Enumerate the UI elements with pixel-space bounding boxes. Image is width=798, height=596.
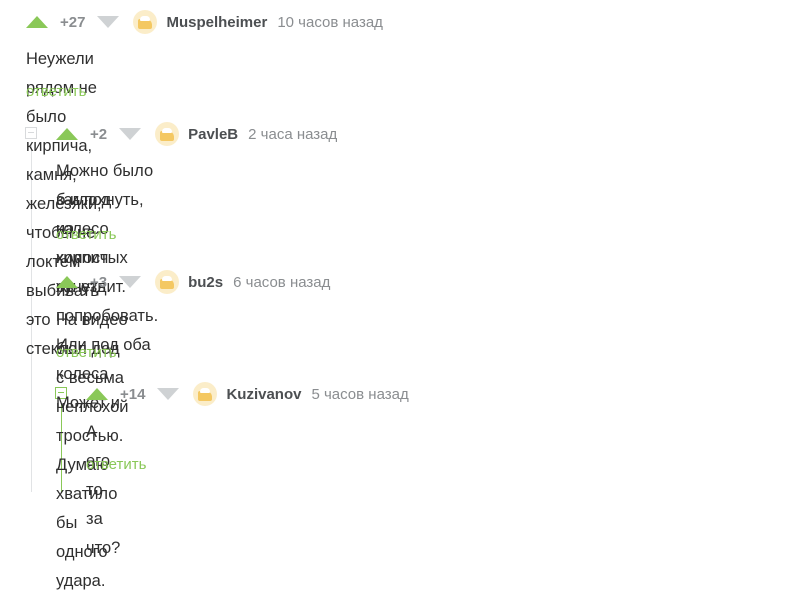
comment-author[interactable]: Muspelheimer	[166, 14, 267, 31]
comment-text: А его то за что?	[86, 423, 121, 557]
pie-avatar-icon[interactable]	[155, 122, 180, 146]
comment-rating: +3	[90, 273, 108, 291]
comment-rating: +2	[90, 125, 108, 143]
arrow-up-icon[interactable]	[56, 128, 78, 140]
comment-header: +3 bu2s 6 часов назад	[56, 270, 330, 294]
comment-time[interactable]: 6 часов назад	[233, 274, 330, 291]
comment-header: +14 Kuzivanov 5 часов назад	[86, 382, 409, 406]
comment-header: +27 Muspelheimer 10 часов назад	[26, 10, 383, 34]
arrow-down-icon[interactable]	[97, 16, 120, 28]
arrow-down-icon[interactable]	[119, 128, 142, 140]
comment-author[interactable]: PavleB	[188, 126, 238, 143]
arrow-up-icon[interactable]	[56, 276, 78, 288]
reply-link[interactable]: ответить	[56, 344, 116, 361]
arrow-down-icon[interactable]	[157, 388, 180, 400]
comment-author[interactable]: Kuzivanov	[226, 386, 301, 403]
comment-author[interactable]: bu2s	[188, 274, 223, 291]
arrow-down-icon[interactable]	[119, 276, 142, 288]
comment-header: +2 PavleB 2 часа назад	[56, 122, 337, 146]
reply-link[interactable]: ответить	[26, 83, 86, 100]
comment-rating: +27	[60, 13, 86, 31]
pie-avatar-icon[interactable]	[133, 10, 158, 34]
comment-time[interactable]: 2 часа назад	[248, 126, 337, 143]
comment-time[interactable]: 5 часов назад	[311, 386, 408, 403]
arrow-up-icon[interactable]	[26, 16, 48, 28]
arrow-up-icon[interactable]	[86, 388, 108, 400]
reply-link[interactable]: ответить	[56, 226, 116, 243]
pie-avatar-icon[interactable]	[155, 270, 180, 294]
pie-avatar-icon[interactable]	[193, 382, 218, 406]
reply-link[interactable]: ответить	[86, 456, 146, 473]
comment-rating: +14	[120, 385, 146, 403]
comment-time[interactable]: 10 часов назад	[277, 14, 383, 31]
